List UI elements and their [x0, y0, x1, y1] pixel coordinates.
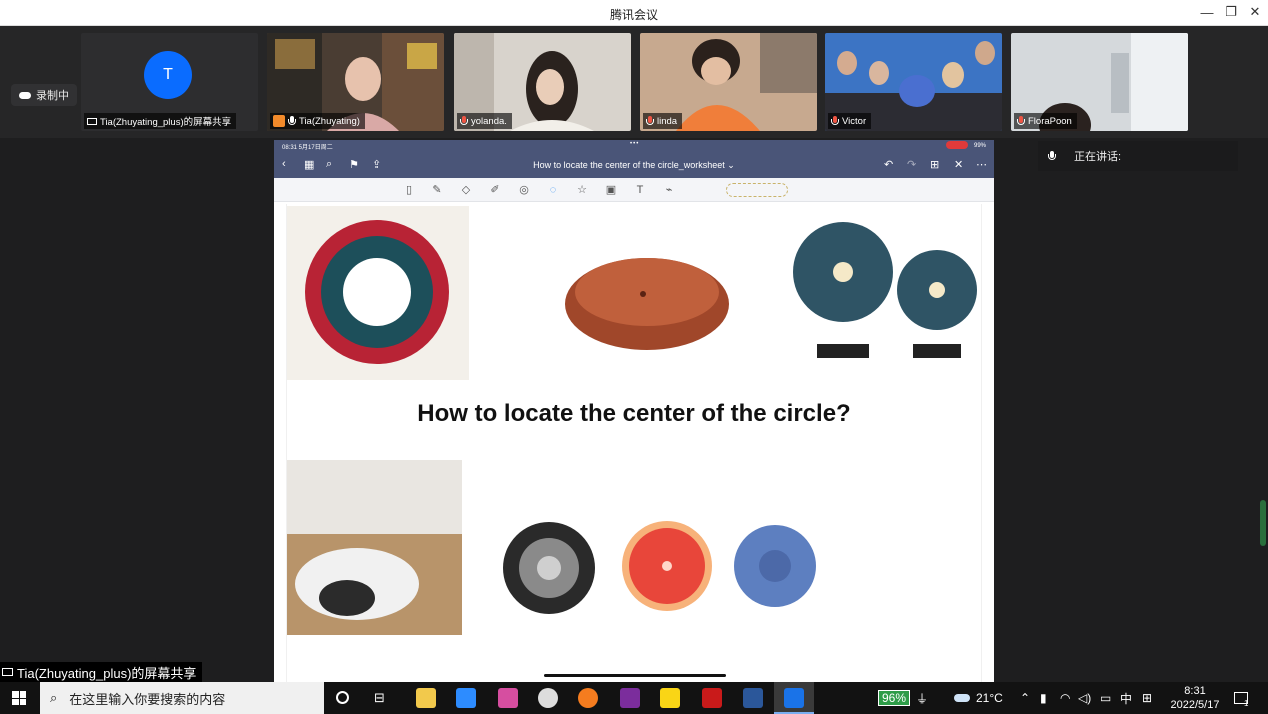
- ipad-battery: 99%: [973, 143, 986, 149]
- worksheet-question: How to locate the center of the circle?: [417, 400, 851, 427]
- color-picker[interactable]: [726, 183, 788, 197]
- cloud-icon: [954, 694, 970, 702]
- mic-muted-icon: [831, 115, 839, 127]
- battery-tray-icon[interactable]: ▭: [1100, 682, 1111, 714]
- settings-app-icon[interactable]: [538, 688, 558, 708]
- undo-icon[interactable]: ↶: [884, 158, 893, 171]
- notification-count: 1: [1244, 698, 1249, 708]
- image-icon[interactable]: ▣: [604, 183, 618, 197]
- windows-start-icon[interactable]: [12, 691, 26, 705]
- wifi-icon[interactable]: ◠: [1060, 682, 1070, 714]
- ime-indicator[interactable]: 中: [1120, 682, 1132, 714]
- clock[interactable]: 8:31 2022/5/17: [1166, 682, 1224, 714]
- participant-name: Victor: [828, 113, 872, 129]
- read-mode-icon[interactable]: ▯: [402, 183, 416, 197]
- microphone-icon: [288, 115, 296, 127]
- minimize-button[interactable]: —: [1196, 3, 1218, 21]
- acrobat-icon[interactable]: [702, 688, 722, 708]
- host-icon: [273, 115, 285, 127]
- screen-share-icon: [87, 117, 97, 125]
- ime-grid-icon[interactable]: ⊞: [1142, 682, 1152, 714]
- participant-tile-florapoon[interactable]: FloraPoon: [1011, 33, 1188, 131]
- speaking-label: 正在讲话:: [1074, 151, 1122, 163]
- shared-screen-area: 08:31 5月17日周二 ••• 99% ‹ ▦ ⌕ ⚑ ⇪ How to l…: [0, 138, 1268, 682]
- recording-label: 录制中: [36, 90, 69, 102]
- participant-name: Tia(Zhuyating): [270, 113, 365, 129]
- ipad-status-time: 08:31 5月17日周二: [282, 144, 333, 151]
- zoom-icon[interactable]: [456, 688, 476, 708]
- participant-name: yolanda.: [457, 113, 512, 129]
- weather-temp: 21°C: [976, 691, 1003, 705]
- word-icon[interactable]: [743, 688, 763, 708]
- eraser-icon[interactable]: ◇: [459, 183, 473, 197]
- cloud-icon: [19, 91, 31, 99]
- mic-muted-icon: [460, 115, 468, 127]
- highlighter-icon[interactable]: ✐: [488, 183, 502, 197]
- more-dots-icon: •••: [630, 141, 640, 147]
- search-placeholder: 在这里输入你要搜索的内容: [69, 691, 226, 707]
- battery-indicator[interactable]: 96% ⏚: [878, 682, 928, 714]
- redo-icon[interactable]: ↷: [907, 158, 916, 171]
- close-icon[interactable]: ✕: [954, 158, 963, 171]
- tencent-meeting-icon: [784, 688, 804, 708]
- notes-app-navbar: ‹ ▦ ⌕ ⚑ ⇪ How to locate the center of th…: [274, 152, 994, 178]
- mic-tray-icon[interactable]: ▮: [1040, 682, 1047, 714]
- notification-center-icon[interactable]: 1: [1234, 682, 1248, 714]
- screen-share-label: Tia(Zhuyating_plus)的屏幕共享: [0, 662, 203, 682]
- volume-icon[interactable]: ◁): [1078, 682, 1091, 714]
- screen-share-icon: [2, 668, 13, 676]
- file-explorer-icon[interactable]: [416, 688, 436, 708]
- microphone-icon: [1048, 150, 1056, 162]
- drawing-toolbar: ▯ ✎ ◇ ✐ ◎ ◌ ☆ ▣ T ⌁: [274, 178, 994, 202]
- lasso-icon[interactable]: ◌: [546, 183, 560, 197]
- participant-tile-screenshare[interactable]: T Tia(Zhuyating_plus)的屏幕共享: [81, 33, 258, 131]
- sticker-icon[interactable]: ☆: [575, 183, 589, 197]
- paint-icon[interactable]: [498, 688, 518, 708]
- participant-name: linda: [643, 113, 683, 129]
- more-icon[interactable]: ⋯: [976, 158, 987, 171]
- text-icon[interactable]: T: [633, 183, 647, 197]
- speaking-panel: 正在讲话:: [1038, 141, 1238, 171]
- chevron-up-icon[interactable]: ⌃: [1020, 682, 1030, 714]
- recording-dot-icon: [946, 141, 968, 149]
- cortana-icon[interactable]: [336, 691, 349, 704]
- laser-icon[interactable]: ⌁: [662, 183, 676, 197]
- shared-ipad-screen: 08:31 5月17日周二 ••• 99% ‹ ▦ ⌕ ⚑ ⇪ How to l…: [274, 140, 994, 682]
- worksheet-page: How to locate the center of the circle?: [286, 204, 982, 682]
- battery-percent: 96%: [878, 690, 911, 706]
- title-bar: 腾讯会议 — ❐ ✕: [0, 0, 1268, 26]
- recording-indicator[interactable]: 录制中: [11, 84, 77, 106]
- volume-indicator: [1260, 500, 1266, 546]
- pen-icon[interactable]: ✎: [430, 183, 444, 197]
- maximize-button[interactable]: ❐: [1220, 3, 1242, 21]
- app-title: 腾讯会议: [609, 8, 658, 22]
- participant-tile-yolanda[interactable]: yolanda.: [454, 33, 631, 131]
- add-page-icon[interactable]: ⊞: [930, 158, 939, 171]
- participant-tile-host[interactable]: Tia(Zhuyating): [267, 33, 444, 131]
- sticky-notes-icon[interactable]: [660, 688, 680, 708]
- participant-name: Tia(Zhuyating_plus)的屏幕共享: [84, 113, 237, 129]
- mic-muted-icon: [646, 115, 654, 127]
- avatar: T: [144, 51, 192, 99]
- home-indicator: [544, 674, 726, 677]
- plug-icon: ⏚: [916, 691, 929, 706]
- weather-widget[interactable]: 21°C: [954, 682, 1003, 714]
- ipad-status-bar: 08:31 5月17日周二 ••• 99%: [274, 140, 994, 152]
- clock-date: 2022/5/17: [1170, 699, 1220, 711]
- participant-tile-victor[interactable]: Victor: [825, 33, 1002, 131]
- search-icon: ⌕: [50, 690, 58, 705]
- task-view-icon[interactable]: ⊟: [374, 690, 385, 706]
- worksheet-images: [287, 206, 977, 635]
- close-button[interactable]: ✕: [1244, 3, 1266, 21]
- taskbar-search[interactable]: ⌕ 在这里输入你要搜索的内容: [40, 682, 324, 714]
- clock-time: 8:31: [1184, 685, 1206, 697]
- onenote-icon[interactable]: [620, 688, 640, 708]
- windows-taskbar: ⌕ 在这里输入你要搜索的内容 ⊟ 96% ⏚ 21°C ⌃ ▮ ◠ ◁) ▭ 中…: [0, 682, 1268, 714]
- firefox-icon[interactable]: [578, 688, 598, 708]
- shapes-icon[interactable]: ◎: [517, 183, 531, 197]
- mic-muted-icon: [1017, 115, 1025, 127]
- participant-name: FloraPoon: [1014, 113, 1077, 129]
- participant-tile-linda[interactable]: linda: [640, 33, 817, 131]
